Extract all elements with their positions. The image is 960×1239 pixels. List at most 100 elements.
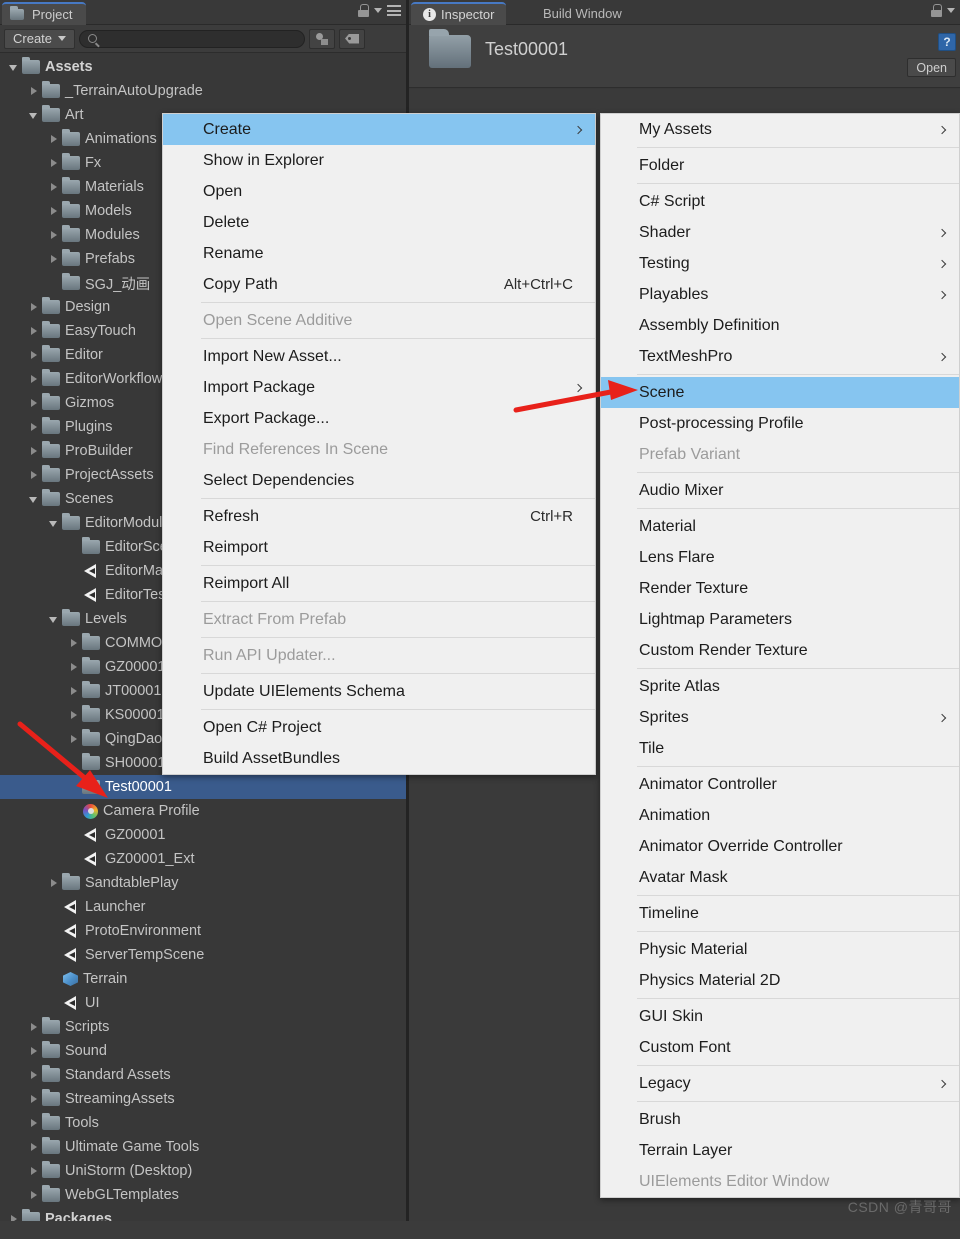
search-box[interactable] <box>79 29 306 48</box>
submenu-item-physics-material-2d[interactable]: Physics Material 2D <box>601 965 959 996</box>
twisty-closed-icon[interactable] <box>26 1139 42 1155</box>
twisty-closed-icon[interactable] <box>26 371 42 387</box>
menu-item-export-package[interactable]: Export Package... <box>163 403 595 434</box>
twisty-closed-icon[interactable] <box>26 395 42 411</box>
submenu-item-scene[interactable]: Scene <box>601 377 959 408</box>
submenu-item-textmeshpro[interactable]: TextMeshPro <box>601 341 959 372</box>
asset-context-menu[interactable]: Create Show in Explorer Open Delete Rename Co… <box>162 113 596 775</box>
submenu-item-custom-font[interactable]: Custom Font <box>601 1032 959 1063</box>
menu-item-select-dependencies[interactable]: Select Dependencies <box>163 465 595 496</box>
tree-item-terrain[interactable]: Terrain <box>0 967 406 991</box>
submenu-item-lens-flare[interactable]: Lens Flare <box>601 542 959 573</box>
menu-item-open-c#-project[interactable]: Open C# Project <box>163 712 595 743</box>
submenu-item-sprites[interactable]: Sprites <box>601 702 959 733</box>
tree-item-sandtableplay[interactable]: SandtablePlay <box>0 871 406 895</box>
menu-item-create[interactable]: Create <box>163 114 595 145</box>
twisty-closed-icon[interactable] <box>26 1187 42 1203</box>
menu-item-build-assetbundles[interactable]: Build AssetBundles <box>163 743 595 774</box>
submenu-item-render-texture[interactable]: Render Texture <box>601 573 959 604</box>
tree-item-ui[interactable]: UI <box>0 991 406 1015</box>
menu-item-rename[interactable]: Rename <box>163 238 595 269</box>
submenu-item-playables[interactable]: Playables <box>601 279 959 310</box>
create-submenu[interactable]: My Assets Folder C# Script Shader Testing Pla… <box>600 113 960 1198</box>
twisty-closed-icon[interactable] <box>66 707 82 723</box>
twisty-closed-icon[interactable] <box>46 131 62 147</box>
twisty-closed-icon[interactable] <box>26 419 42 435</box>
twisty-closed-icon[interactable] <box>26 323 42 339</box>
menu-item-open[interactable]: Open <box>163 176 595 207</box>
tree-item-scripts[interactable]: Scripts <box>0 1015 406 1039</box>
submenu-item-folder[interactable]: Folder <box>601 150 959 181</box>
tab-inspector[interactable]: i Inspector <box>411 2 507 25</box>
twisty-closed-icon[interactable] <box>66 635 82 651</box>
submenu-item-timeline[interactable]: Timeline <box>601 898 959 929</box>
twisty-closed-icon[interactable] <box>26 1091 42 1107</box>
tree-item-gz00001[interactable]: GZ00001 <box>0 823 406 847</box>
twisty-closed-icon[interactable] <box>26 1043 42 1059</box>
twisty-open-icon[interactable] <box>46 515 62 531</box>
twisty-open-icon[interactable] <box>26 491 42 507</box>
open-button[interactable]: Open <box>907 58 956 77</box>
twisty-closed-icon[interactable] <box>66 683 82 699</box>
twisty-closed-icon[interactable] <box>66 659 82 675</box>
submenu-item-legacy[interactable]: Legacy <box>601 1068 959 1099</box>
submenu-item-brush[interactable]: Brush <box>601 1104 959 1135</box>
tree-item-gz00001-ext[interactable]: GZ00001_Ext <box>0 847 406 871</box>
submenu-item-avatar-mask[interactable]: Avatar Mask <box>601 862 959 893</box>
twisty-closed-icon[interactable] <box>26 1163 42 1179</box>
menu-item-show-in-explorer[interactable]: Show in Explorer <box>163 145 595 176</box>
lock-icon[interactable] <box>931 4 942 17</box>
tree-item-tools[interactable]: Tools <box>0 1111 406 1135</box>
tree-item--terrainautoupgrade[interactable]: _TerrainAutoUpgrade <box>0 79 406 103</box>
twisty-closed-icon[interactable] <box>26 1019 42 1035</box>
create-button[interactable]: Create <box>4 28 76 49</box>
twisty-closed-icon[interactable] <box>26 347 42 363</box>
twisty-closed-icon[interactable] <box>26 467 42 483</box>
menu-item-delete[interactable]: Delete <box>163 207 595 238</box>
tree-item-launcher[interactable]: Launcher <box>0 895 406 919</box>
tree-item-sound[interactable]: Sound <box>0 1039 406 1063</box>
twisty-open-icon[interactable] <box>46 611 62 627</box>
help-icon[interactable]: ? <box>938 33 956 51</box>
submenu-item-animator-override-controller[interactable]: Animator Override Controller <box>601 831 959 862</box>
submenu-item-animator-controller[interactable]: Animator Controller <box>601 769 959 800</box>
submenu-item-material[interactable]: Material <box>601 511 959 542</box>
submenu-item-assembly-definition[interactable]: Assembly Definition <box>601 310 959 341</box>
menu-item-reimport[interactable]: Reimport <box>163 532 595 563</box>
hamburger-icon[interactable] <box>387 5 401 16</box>
submenu-item-terrain-layer[interactable]: Terrain Layer <box>601 1135 959 1166</box>
chevron-down-icon[interactable] <box>947 8 955 13</box>
menu-item-reimport-all[interactable]: Reimport All <box>163 568 595 599</box>
tree-item-servertempscene[interactable]: ServerTempScene <box>0 943 406 967</box>
submenu-item-c#-script[interactable]: C# Script <box>601 186 959 217</box>
tree-item-test00001[interactable]: Test00001 <box>0 775 406 799</box>
submenu-item-testing[interactable]: Testing <box>601 248 959 279</box>
tab-project[interactable]: Project <box>2 2 87 25</box>
submenu-item-lightmap-parameters[interactable]: Lightmap Parameters <box>601 604 959 635</box>
tree-item-streamingassets[interactable]: StreamingAssets <box>0 1087 406 1111</box>
tree-item-ultimate-game-tools[interactable]: Ultimate Game Tools <box>0 1135 406 1159</box>
menu-item-import-package[interactable]: Import Package <box>163 372 595 403</box>
submenu-item-tile[interactable]: Tile <box>601 733 959 764</box>
submenu-item-my-assets[interactable]: My Assets <box>601 114 959 145</box>
tree-item-webgltemplates[interactable]: WebGLTemplates <box>0 1183 406 1207</box>
submenu-item-audio-mixer[interactable]: Audio Mixer <box>601 475 959 506</box>
twisty-open-icon[interactable] <box>6 59 22 75</box>
tab-build-window[interactable]: Build Window <box>531 2 634 25</box>
twisty-closed-icon[interactable] <box>26 1115 42 1131</box>
submenu-item-physic-material[interactable]: Physic Material <box>601 934 959 965</box>
tree-item-protoenvironment[interactable]: ProtoEnvironment <box>0 919 406 943</box>
menu-item-update-uielements-schema[interactable]: Update UIElements Schema <box>163 676 595 707</box>
twisty-closed-icon[interactable] <box>46 227 62 243</box>
submenu-item-gui-skin[interactable]: GUI Skin <box>601 1001 959 1032</box>
twisty-closed-icon[interactable] <box>26 299 42 315</box>
tree-item-standard-assets[interactable]: Standard Assets <box>0 1063 406 1087</box>
menu-item-refresh[interactable]: Refresh Ctrl+R <box>163 501 595 532</box>
submenu-item-post-processing-profile[interactable]: Post-processing Profile <box>601 408 959 439</box>
tree-item-assets[interactable]: Assets <box>0 55 406 79</box>
lock-icon[interactable] <box>358 4 369 17</box>
submenu-item-sprite-atlas[interactable]: Sprite Atlas <box>601 671 959 702</box>
twisty-closed-icon[interactable] <box>46 203 62 219</box>
menu-item-copy-path[interactable]: Copy Path Alt+Ctrl+C <box>163 269 595 300</box>
twisty-open-icon[interactable] <box>26 107 42 123</box>
